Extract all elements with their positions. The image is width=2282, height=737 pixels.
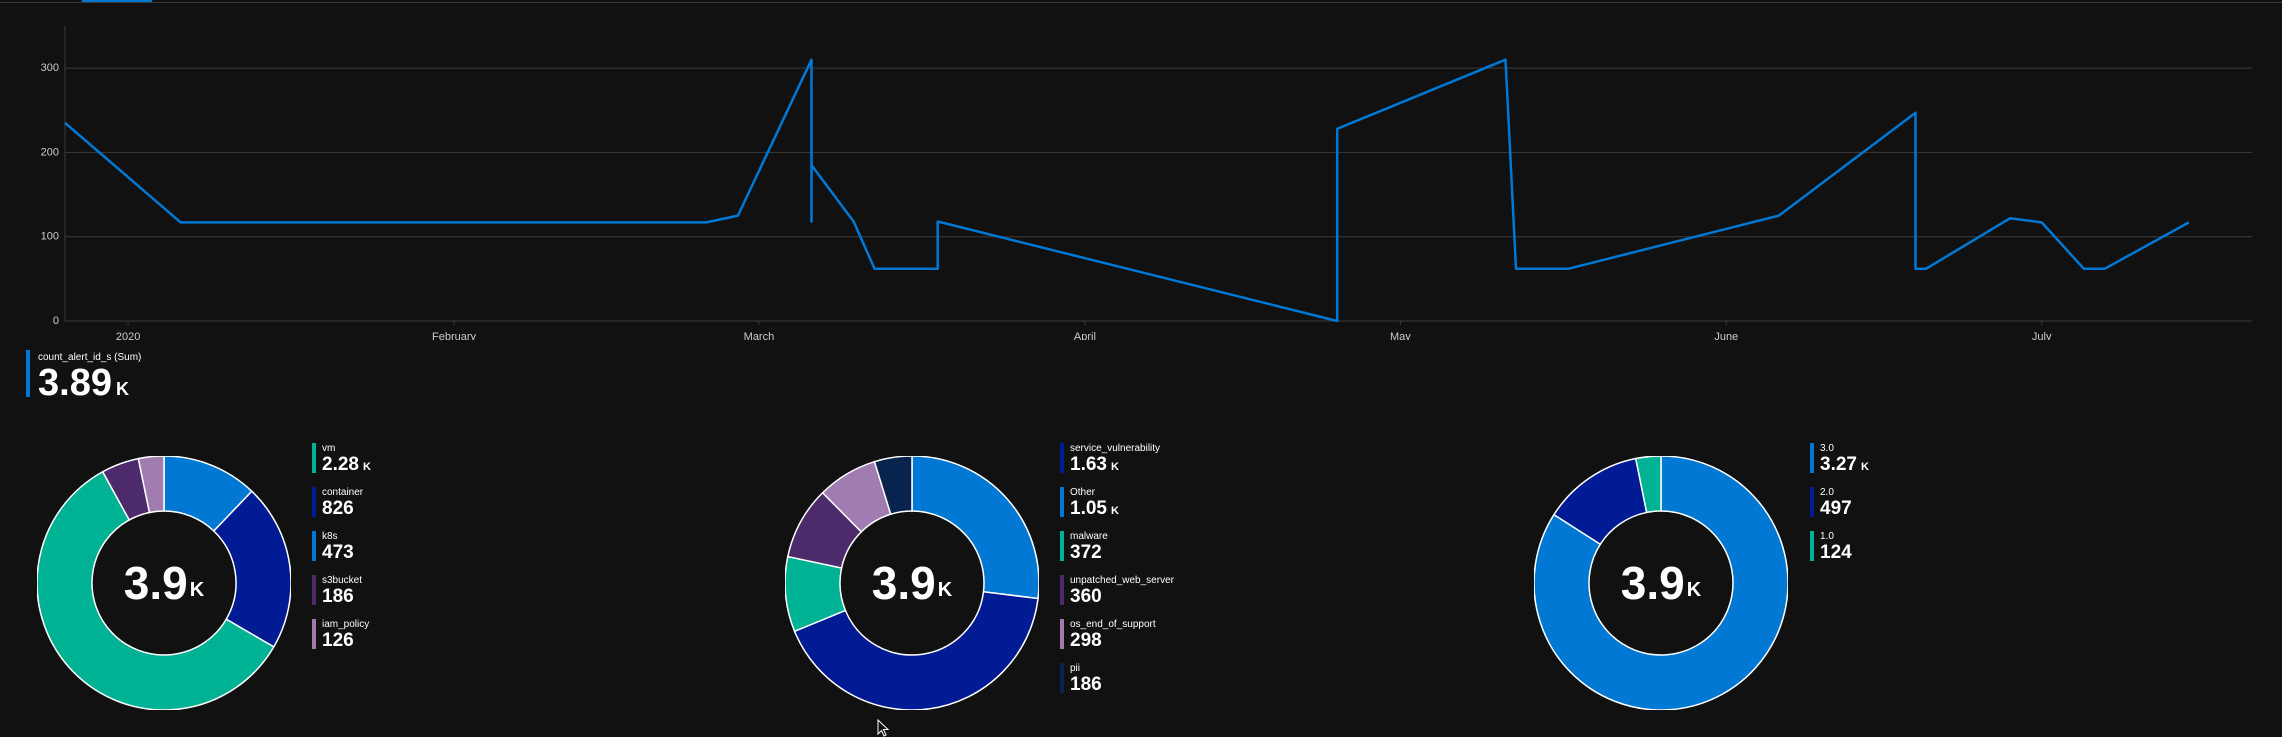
legend-value: 298 <box>1070 631 1102 650</box>
donut-svg <box>37 456 291 710</box>
legend-value: 3.27 K <box>1820 455 1869 474</box>
summary-unit: K <box>115 379 129 399</box>
legend-swatch <box>1060 619 1064 649</box>
legend-value-unit: K <box>1860 461 1869 473</box>
y-tick-label: 200 <box>41 146 59 158</box>
legend-label: 3.0 <box>1820 443 1834 454</box>
legend-value: 1.05 K <box>1070 499 1119 518</box>
legend-value-number: 186 <box>322 586 354 607</box>
legend-label: iam_policy <box>322 619 370 630</box>
legend-swatch <box>312 487 316 517</box>
donut-chart-alert-category[interactable]: 3.9 K <box>785 456 1039 710</box>
donut-svg <box>785 456 1039 710</box>
legend-label: 2.0 <box>1820 487 1834 498</box>
legend-label: container <box>322 487 364 498</box>
line-chart[interactable]: 0 100 200 300 2020 February March April May June J… <box>0 0 2282 340</box>
legend-label: Other <box>1070 487 1096 498</box>
legend-value-number: 3.27 <box>1820 454 1857 475</box>
series-line[interactable] <box>64 58 2190 323</box>
legend-label: k8s <box>322 531 338 542</box>
mouse-pointer-icon <box>877 719 889 737</box>
summary-value-wrapper: 3.89 K <box>38 364 129 402</box>
legend-value-number: 826 <box>322 498 354 519</box>
donut-svg <box>1534 456 1788 710</box>
legend-value-number: 298 <box>1070 630 1102 651</box>
legend-label: 1.0 <box>1820 531 1834 542</box>
x-tick-label: May <box>1390 331 1411 340</box>
x-tick-label: April <box>1074 331 1096 340</box>
y-tick-label: 0 <box>53 315 59 327</box>
legend-value: 126 <box>322 631 354 650</box>
legend-value: 124 <box>1820 543 1852 562</box>
legend-value-number: 1.05 <box>1070 498 1107 519</box>
legend-swatch <box>1060 575 1064 605</box>
legend-value: 473 <box>322 543 354 562</box>
donut-chart-resource-type[interactable]: 3.9 K <box>37 456 291 710</box>
legend-value: 186 <box>322 587 354 606</box>
legend-label: service_vulnerability <box>1070 443 1161 454</box>
x-tick-label: March <box>744 331 775 340</box>
legend-value: 497 <box>1820 499 1852 518</box>
legend-value: 360 <box>1070 587 1102 606</box>
legend-value-unit: K <box>1110 461 1119 473</box>
legend-label: malware <box>1070 531 1108 542</box>
legend-swatch <box>1060 663 1064 693</box>
legend-label: unpatched_web_server <box>1070 575 1174 586</box>
legend-label: pii <box>1070 663 1081 674</box>
legend-swatch <box>1060 443 1064 473</box>
legend-value: 1.63 K <box>1070 455 1119 474</box>
x-tick-label: 2020 <box>116 331 140 340</box>
summary-color-bar <box>26 350 30 397</box>
legend-value: 372 <box>1070 543 1102 562</box>
y-tick-label: 300 <box>41 62 59 74</box>
legend-value: 186 <box>1070 675 1102 694</box>
donut-chart-severity[interactable]: 3.9 K <box>1534 456 1788 710</box>
x-tick-label: February <box>432 331 477 340</box>
legend-swatch <box>312 443 316 473</box>
legend-value-number: 372 <box>1070 542 1102 563</box>
donut-slice-Other[interactable] <box>911 456 1039 600</box>
legend-value-number: 1.63 <box>1070 454 1107 475</box>
legend-label: os_end_of_support <box>1070 619 1156 630</box>
legend-label: vm <box>322 443 336 454</box>
legend-value-number: 360 <box>1070 586 1102 607</box>
legend-value-number: 124 <box>1820 542 1852 563</box>
summary-value: 3.89 <box>38 362 112 404</box>
y-tick-label: 100 <box>41 231 59 243</box>
x-tick-label: June <box>1714 331 1738 340</box>
legend-value: 826 <box>322 499 354 518</box>
legend-label: s3bucket <box>322 575 363 586</box>
legend-value-number: 473 <box>322 542 354 563</box>
legend-value-number: 126 <box>322 630 354 651</box>
legend-swatch <box>312 531 316 561</box>
legend-swatch <box>1060 487 1064 517</box>
legend-swatch <box>1810 531 1814 561</box>
legend-swatch <box>1810 487 1814 517</box>
x-tick-label: July <box>2032 331 2052 340</box>
legend-value-unit: K <box>362 461 371 473</box>
legend-swatch <box>1060 531 1064 561</box>
legend-swatch <box>1810 443 1814 473</box>
legend-value-number: 2.28 <box>322 454 359 475</box>
legend-value-number: 497 <box>1820 498 1852 519</box>
legend-value-unit: K <box>1110 505 1119 517</box>
legend-swatch <box>312 575 316 605</box>
legend-value-number: 186 <box>1070 674 1102 695</box>
legend-value: 2.28 K <box>322 455 371 474</box>
legend-swatch <box>312 619 316 649</box>
